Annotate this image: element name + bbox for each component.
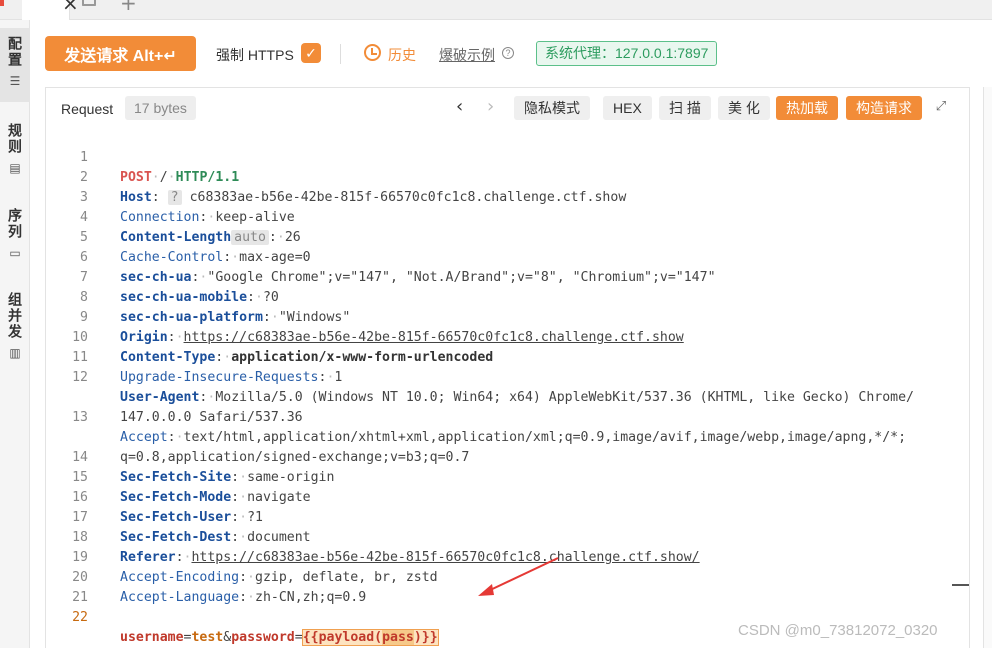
code-line: 147.0.0.0 Safari/537.36: [46, 368, 969, 425]
clock-icon[interactable]: [364, 44, 381, 61]
code-line: 9 Origin:·https://c68383ae-b56e-42be-815…: [46, 288, 969, 345]
payload-open: {{payload(: [302, 630, 383, 645]
force-https-checkbox[interactable]: ✓: [301, 43, 321, 63]
sidebar-item-concurrent[interactable]: 组并发 ▥: [0, 284, 30, 370]
hex-button[interactable]: HEX: [603, 96, 652, 120]
payload-close: )}}: [413, 630, 438, 645]
sliders-icon: ☰: [9, 74, 21, 88]
system-proxy-badge[interactable]: 系统代理：127.0.0.1:7897: [536, 41, 718, 66]
code-line: 6 sec-ch-ua:·"Google Chrome";v="147", "N…: [46, 228, 969, 285]
code-line: 8 sec-ch-ua-platform:·"Windows": [46, 268, 969, 325]
history-link[interactable]: 历史: [388, 45, 416, 65]
code-line: 5 Cache-Control:·max-age=0: [46, 208, 969, 265]
scroll-marker: [952, 584, 969, 586]
code-line: 7 sec-ch-ua-mobile:·?0: [46, 248, 969, 305]
request-title: Request: [61, 101, 114, 117]
watermark: CSDN @m0_73812072_0320: [738, 622, 938, 639]
code-line: 11 Upgrade-Insecure-Requests:·1: [46, 328, 969, 385]
code-line: q=0.8,application/signed-exchange;v=b3;q…: [46, 408, 969, 465]
beautify-button[interactable]: 美 化: [718, 96, 770, 120]
build-request-button[interactable]: 构造请求: [846, 96, 922, 120]
line-number: 22: [72, 610, 88, 625]
save-icon[interactable]: [82, 0, 96, 6]
sidebar: 配置 ☰ 规则 ▤ 序列 ▭ 组并发 ▥: [0, 20, 30, 648]
sidebar-item-label: 序列: [7, 208, 23, 240]
scan-button[interactable]: 扫 描: [659, 96, 711, 120]
sidebar-item-rules[interactable]: 规则 ▤: [0, 115, 30, 187]
tab-current[interactable]: ×: [22, 0, 79, 20]
code-line: 18 Referer:·https://c68383ae-b56e-42be-8…: [46, 508, 969, 565]
privacy-mode-button[interactable]: 隐私模式: [514, 96, 590, 120]
new-tab-icon[interactable]: +: [120, 0, 137, 15]
close-icon[interactable]: ×: [62, 0, 79, 15]
tab-strip: × +: [0, 0, 992, 20]
expand-icon[interactable]: ⤢: [934, 100, 948, 114]
request-size-badge: 17 bytes: [125, 96, 196, 120]
annotation-arrow: [478, 557, 559, 596]
right-panel-edge: [983, 87, 992, 648]
columns-icon: ▥: [9, 346, 21, 360]
chevron-left-icon[interactable]: ‹: [456, 96, 463, 117]
brute-force-example-link[interactable]: 爆破示例: [439, 45, 495, 65]
body-param-key: password: [231, 630, 295, 645]
body-param-value: test: [191, 630, 224, 645]
payload-placeholder[interactable]: {{payload(pass)}}: [301, 629, 439, 646]
code-line: 17 Sec-Fetch-Dest:·document: [46, 488, 969, 545]
payload-arg: pass: [382, 630, 414, 645]
code-line: 12 User-Agent:·Mozilla/5.0 (Windows NT 1…: [46, 348, 969, 405]
help-icon[interactable]: ?: [502, 47, 514, 59]
body-equals: =: [294, 630, 303, 645]
code-line: 3 Connection:·keep-alive: [46, 168, 969, 225]
sidebar-item-label: 规则: [7, 123, 23, 155]
code-line: 19 Accept-Encoding:·gzip, deflate, br, z…: [46, 528, 969, 585]
indicator-dot: [0, 0, 4, 6]
code-line: 10 Content-Type:·application/x-www-form-…: [46, 308, 969, 365]
clipboard-icon: ▤: [9, 161, 21, 175]
sidebar-item-label: 配置: [7, 36, 23, 68]
sidebar-item-config[interactable]: 配置 ☰: [0, 28, 30, 102]
sidebar-item-sequence[interactable]: 序列 ▭: [0, 200, 30, 272]
code-line: 4 Content-Length auto:·26: [46, 188, 969, 245]
code-line: 1 POST·/·HTTP/1.1: [46, 128, 969, 185]
code-line: 14 Sec-Fetch-Site:·same-origin: [46, 428, 969, 485]
stack-icon: ▭: [9, 246, 21, 260]
code-line: 16 Sec-Fetch-User:·?1: [46, 468, 969, 525]
body-separator: &: [223, 630, 232, 645]
chevron-right-icon[interactable]: ›: [487, 96, 494, 117]
body-param-key: username: [120, 630, 184, 645]
sidebar-item-label: 组并发: [7, 292, 23, 340]
code-line: 15 Sec-Fetch-Mode:·navigate: [46, 448, 969, 505]
divider: [340, 44, 341, 64]
force-https-label: 强制 HTTPS: [216, 47, 294, 63]
request-header: Request 17 bytes ‹ › 隐私模式 HEX 扫 描 美 化 热加…: [46, 88, 969, 128]
code-line: 2 Host: ? c68383ae-b56e-42be-815f-66570c…: [46, 148, 969, 205]
hot-load-button[interactable]: 热加载: [776, 96, 838, 120]
code-line: 13 Accept:·text/html,application/xhtml+x…: [46, 388, 969, 445]
send-request-button[interactable]: 发送请求 Alt+↵: [45, 36, 196, 71]
